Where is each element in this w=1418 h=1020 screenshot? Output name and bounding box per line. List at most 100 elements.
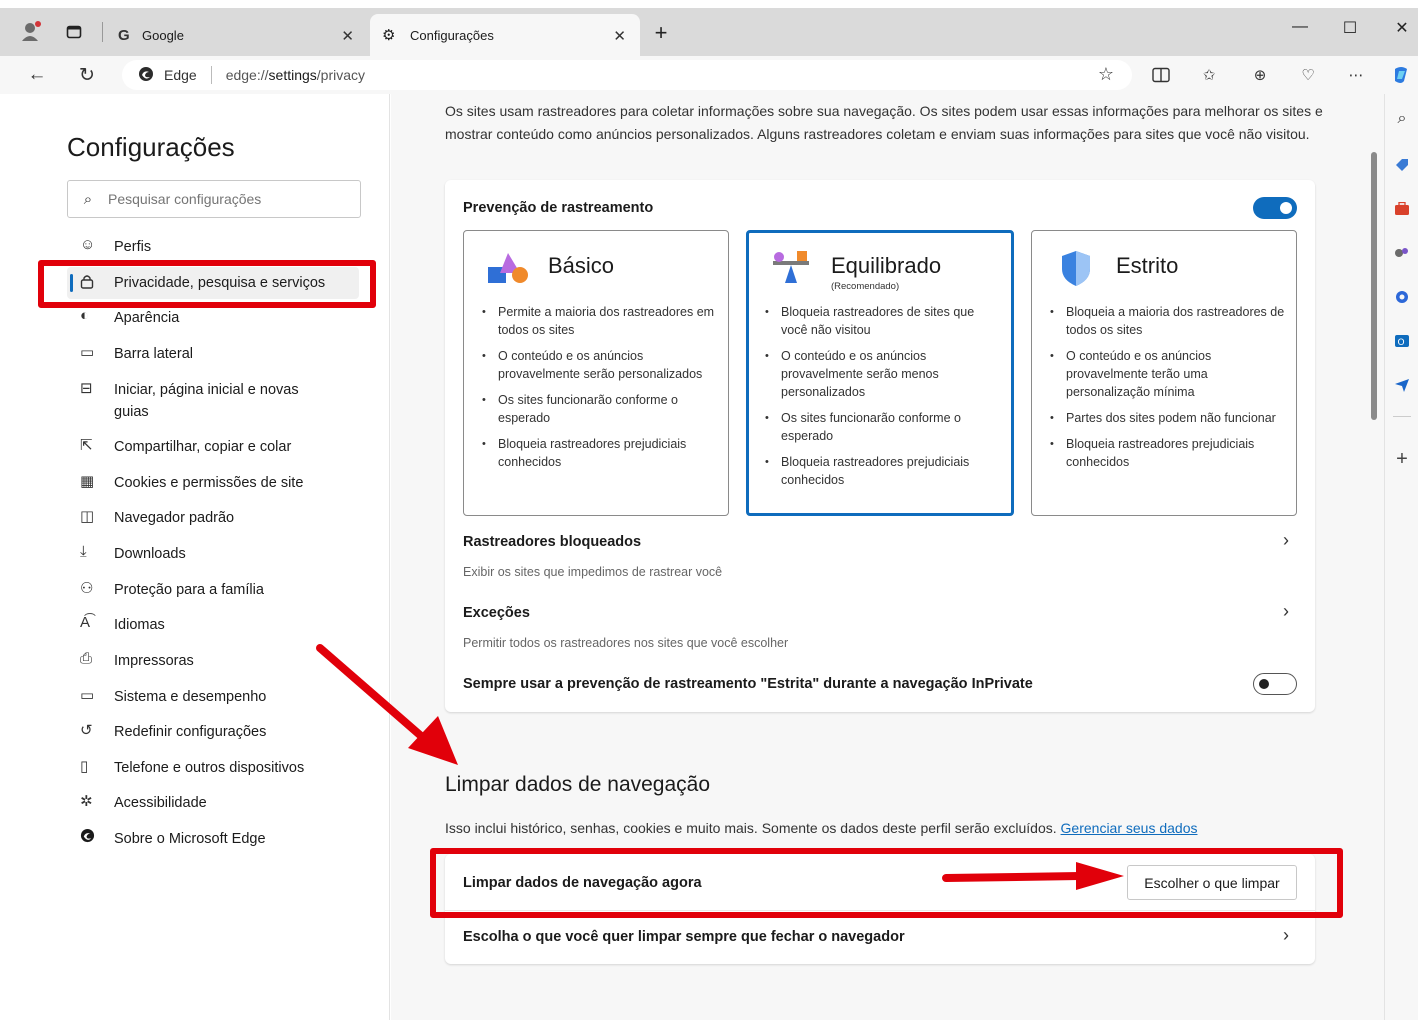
shopping-tag-icon[interactable] — [1391, 154, 1413, 176]
nav-item-label: Compartilhar, copiar e colar — [114, 439, 292, 455]
url-field[interactable]: Edge edge://settings/privacy ☆ — [122, 60, 1132, 90]
site-label: Edge — [164, 67, 197, 83]
nav-item-accessibility[interactable]: ✲ Acessibilidade — [67, 792, 367, 814]
url-separator — [210, 66, 212, 84]
nav-item-downloads[interactable]: ⤓ Downloads — [67, 543, 367, 565]
reset-icon: ↺ — [80, 722, 93, 739]
tab-actions-icon[interactable] — [62, 20, 86, 44]
option-title: Básico — [548, 253, 615, 278]
edge-logo-icon — [67, 828, 97, 847]
nav-item-cookies[interactable]: ▦ Cookies e permissões de site — [67, 472, 367, 494]
nav-item-default-browser[interactable]: ◫ Navegador padrão — [67, 507, 367, 529]
tracking-intro-text: Os sites usam rastreadores para coletar … — [445, 103, 1323, 142]
content-scrollbar[interactable] — [1371, 152, 1377, 420]
blocked-trackers-link[interactable]: Rastreadores bloqueados — [463, 534, 641, 550]
inprivate-strict-label: Sempre usar a prevenção de rastreamento … — [463, 676, 1033, 692]
search-settings-input[interactable] — [108, 191, 348, 207]
nav-item-label: Barra lateral — [114, 346, 193, 362]
search-settings-box[interactable]: ⌕ — [67, 180, 361, 218]
minimize-icon[interactable]: — — [1280, 18, 1320, 36]
nav-item-label: Navegador padrão — [114, 510, 235, 526]
profile-avatar-icon[interactable] — [18, 18, 44, 44]
nav-item-label: Proteção para a família — [114, 582, 264, 598]
close-tab-icon[interactable]: ✕ — [613, 27, 626, 45]
search-icon[interactable]: ⌕ — [1391, 108, 1413, 130]
bullet: Os sites funcionarão conforme o esperado — [765, 409, 1001, 445]
nav-item-label: Telefone e outros dispositivos — [114, 760, 305, 776]
edge-logo-icon — [138, 66, 160, 85]
nav-item-languages[interactable]: A͡ Idiomas — [67, 614, 367, 636]
tools-briefcase-icon[interactable] — [1391, 198, 1413, 220]
clear-on-close-link[interactable]: Escolha o que você quer limpar sempre qu… — [463, 929, 905, 945]
bullet: Bloqueia rastreadores prejudiciais conhe… — [482, 435, 718, 471]
games-icon[interactable] — [1391, 242, 1413, 264]
bullet: O conteúdo e os anúncios provavelmente s… — [765, 347, 1001, 401]
chevron-right-icon[interactable]: › — [1283, 601, 1289, 622]
copilot-icon[interactable] — [1390, 64, 1412, 86]
accessibility-icon: ✲ — [80, 793, 93, 810]
favorite-star-icon[interactable]: ☆ — [1098, 64, 1114, 85]
chevron-right-icon[interactable]: › — [1283, 530, 1289, 551]
nav-item-share-copy-paste[interactable]: ⇱ Compartilhar, copiar e colar — [67, 436, 367, 458]
refresh-icon[interactable]: ↻ — [74, 62, 100, 88]
maximize-icon[interactable]: ☐ — [1330, 18, 1370, 38]
clear-data-desc-text: Isso inclui histórico, senhas, cookies e… — [445, 820, 1057, 836]
balanced-scale-icon — [769, 249, 813, 287]
option-strict[interactable]: Estrito Bloqueia a maioria dos rastreado… — [1031, 230, 1297, 516]
nav-item-system[interactable]: ▭ Sistema e desempenho — [67, 686, 367, 708]
browser-essentials-icon[interactable]: ♡ — [1297, 64, 1319, 86]
gear-icon: ⚙ — [382, 27, 396, 44]
chevron-right-icon[interactable]: › — [1283, 925, 1289, 946]
default-browser-icon: ◫ — [80, 508, 95, 525]
bullet: Bloqueia rastreadores prejudiciais conhe… — [765, 453, 1001, 489]
nav-item-printers[interactable]: ⎙ Impressoras — [67, 650, 367, 672]
nav-item-sidebar[interactable]: ▭ Barra lateral — [67, 343, 367, 365]
settings-title: Configurações — [67, 132, 235, 162]
download-icon: ⤓ — [80, 543, 87, 560]
favorites-icon[interactable]: ✩ — [1198, 64, 1220, 86]
nav-item-start-home-tabs[interactable]: ⊟ Iniciar, página inicial e novas guias — [67, 379, 367, 423]
bullet: O conteúdo e os anúncios provavelmente t… — [1050, 347, 1286, 401]
nav-item-about[interactable]: Sobre o Microsoft Edge — [67, 828, 367, 850]
svg-text:O: O — [1398, 338, 1405, 348]
close-tab-icon[interactable]: ✕ — [341, 27, 354, 45]
exceptions-link[interactable]: Exceções — [463, 605, 530, 621]
sidebar-icon: ▭ — [80, 344, 95, 361]
share-icon: ⇱ — [80, 437, 93, 454]
family-icon: ⚇ — [80, 580, 94, 597]
tab-label: Configurações — [410, 27, 494, 43]
back-arrow-icon[interactable]: ← — [24, 62, 50, 88]
option-recommended-label: (Recomendado) — [831, 281, 900, 292]
edge-window: G Google ✕ ⚙ Configurações ✕ + — ☐ ✕ ← ↻… — [0, 0, 1418, 1020]
close-window-icon[interactable]: ✕ — [1382, 18, 1418, 38]
nav-item-reset[interactable]: ↺ Redefinir configurações — [67, 721, 367, 743]
sidebar-divider — [1393, 416, 1411, 417]
nav-item-family[interactable]: ⚇ Proteção para a família — [67, 579, 367, 601]
edge-sidebar: ⌕ O + — [1384, 94, 1418, 1020]
new-tab-plus-icon[interactable]: + — [648, 20, 674, 46]
tab-settings[interactable]: ⚙ Configurações ✕ — [370, 14, 640, 56]
split-screen-icon[interactable] — [1150, 64, 1172, 86]
outlook-icon[interactable]: O — [1391, 330, 1413, 352]
more-options-icon[interactable]: ⋯ — [1345, 64, 1367, 86]
tab-bar: G Google ✕ ⚙ Configurações ✕ + — ☐ ✕ — [0, 0, 1418, 56]
tracking-prevention-title: Prevenção de rastreamento — [463, 200, 654, 216]
nav-item-label: Sistema e desempenho — [114, 689, 267, 705]
manage-data-link[interactable]: Gerenciar seus dados — [1061, 820, 1198, 836]
tab-divider — [102, 22, 103, 42]
tab-google[interactable]: G Google ✕ — [106, 14, 368, 56]
option-balanced[interactable]: Equilibrado (Recomendado) Bloqueia rastr… — [746, 230, 1014, 516]
microsoft-365-icon[interactable] — [1391, 286, 1413, 308]
palette-icon: ◐ — [80, 307, 90, 324]
nav-item-profiles[interactable]: ☺ Perfis — [67, 236, 367, 258]
inprivate-strict-toggle[interactable] — [1253, 673, 1297, 695]
nav-item-appearance[interactable]: ◐ Aparência — [67, 307, 367, 329]
tracking-prevention-toggle[interactable] — [1253, 197, 1297, 219]
add-sidebar-app-plus-icon[interactable]: + — [1391, 448, 1413, 470]
nav-item-label: Impressoras — [114, 653, 194, 669]
bullet: Partes dos sites podem não funcionar — [1050, 409, 1286, 427]
nav-item-phone[interactable]: ▯ Telefone e outros dispositivos — [67, 757, 367, 779]
drop-send-icon[interactable] — [1391, 374, 1413, 396]
option-basic[interactable]: Básico Permite a maioria dos rastreadore… — [463, 230, 729, 516]
collections-icon[interactable]: ⊕ — [1249, 64, 1271, 86]
